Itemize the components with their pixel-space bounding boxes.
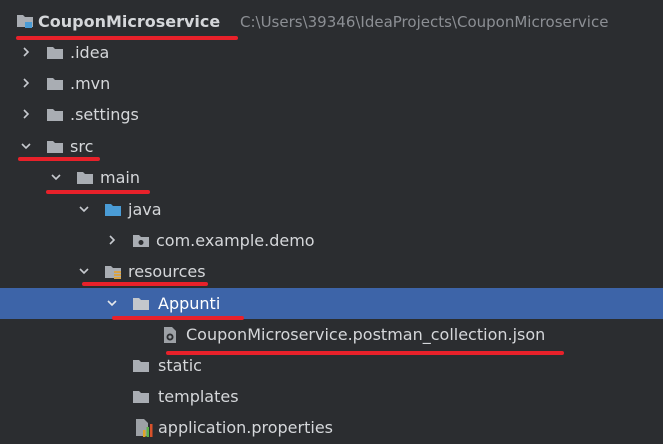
chevron-down-icon[interactable] xyxy=(106,297,118,309)
project-tree: CouponMicroservice C:\Users\39346\IdeaPr… xyxy=(0,0,663,444)
folder-icon xyxy=(47,78,63,90)
tree-label: main xyxy=(100,168,140,187)
package-icon xyxy=(133,235,149,247)
chevron-right-icon[interactable] xyxy=(20,77,32,89)
chevron-down-icon[interactable] xyxy=(78,265,90,277)
folder-icon xyxy=(47,109,63,121)
chevron-down-icon[interactable] xyxy=(78,203,90,215)
chevron-right-icon[interactable] xyxy=(20,46,32,58)
tree-label: java xyxy=(128,200,162,219)
tree-label: resources xyxy=(128,262,206,281)
chevron-right-icon[interactable] xyxy=(106,234,118,246)
chevron-right-icon[interactable] xyxy=(20,108,32,120)
tree-label: Appunti xyxy=(158,294,221,313)
tree-row-mvn[interactable]: .mvn xyxy=(0,68,663,99)
annotation-underline xyxy=(16,36,238,40)
source-folder-icon xyxy=(105,204,121,216)
project-path: C:\Users\39346\IdeaProjects\CouponMicros… xyxy=(240,12,609,31)
annotation-underline xyxy=(166,351,564,355)
chevron-down-icon[interactable] xyxy=(20,140,32,152)
tree-label: CouponMicroservice.postman_collection.js… xyxy=(186,325,546,344)
module-folder-icon xyxy=(17,15,33,28)
tree-row-templates[interactable]: templates xyxy=(0,381,663,412)
folder-icon xyxy=(47,141,63,153)
folder-icon xyxy=(133,298,149,310)
tree-row-main[interactable]: main xyxy=(0,162,663,193)
annotation-underline xyxy=(112,316,244,320)
tree-label: .idea xyxy=(70,43,110,62)
folder-icon xyxy=(47,47,63,59)
annotation-underline xyxy=(46,190,150,194)
tree-label: src xyxy=(70,137,94,156)
tree-row-application-properties[interactable]: application.properties xyxy=(0,412,663,443)
folder-icon xyxy=(133,391,149,403)
annotation-underline xyxy=(82,282,208,286)
tree-row-package[interactable]: com.example.demo xyxy=(0,225,663,256)
tree-label: .settings xyxy=(70,105,139,124)
project-name: CouponMicroservice xyxy=(38,12,221,31)
tree-row-postman-json[interactable]: CouponMicroservice.postman_collection.js… xyxy=(0,319,663,350)
tree-row-appunti[interactable]: Appunti xyxy=(0,288,663,319)
tree-label: application.properties xyxy=(158,418,333,437)
tree-row-project[interactable]: CouponMicroservice C:\Users\39346\IdeaPr… xyxy=(0,6,663,37)
folder-icon xyxy=(77,172,93,184)
resources-folder-icon xyxy=(105,266,121,279)
tree-row-idea[interactable]: .idea xyxy=(0,37,663,68)
tree-row-java[interactable]: java xyxy=(0,194,663,225)
tree-label: static xyxy=(158,356,202,375)
chevron-down-icon[interactable] xyxy=(50,171,62,183)
annotation-underline xyxy=(18,157,100,161)
folder-icon xyxy=(133,360,149,372)
properties-file-icon xyxy=(136,419,153,437)
tree-label: com.example.demo xyxy=(156,231,315,250)
json-file-icon xyxy=(164,327,176,343)
tree-row-settings[interactable]: .settings xyxy=(0,99,663,130)
tree-label: .mvn xyxy=(70,74,111,93)
tree-label: templates xyxy=(158,387,239,406)
